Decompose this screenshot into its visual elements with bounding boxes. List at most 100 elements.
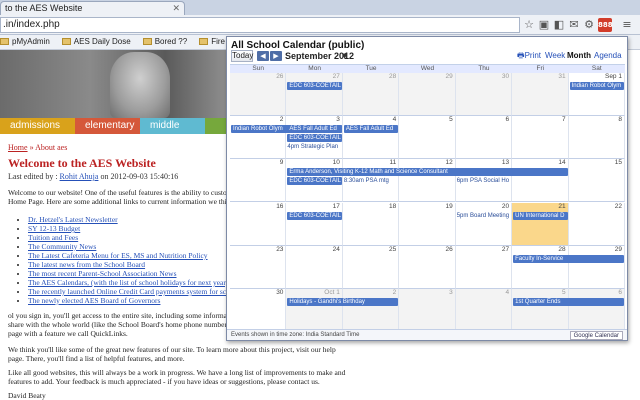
day-number[interactable]: 3	[449, 289, 453, 297]
day-cell[interactable]: 19	[399, 202, 456, 246]
calendar-event[interactable]: AES Fall Adult Ed	[343, 125, 399, 134]
quick-link[interactable]: Tuition and Fees	[28, 233, 78, 242]
day-number[interactable]: 24	[333, 246, 340, 254]
day-number[interactable]: 11	[390, 159, 397, 167]
calendar-event[interactable]: Erma Anderson, Visiting K-12 Math and Sc…	[287, 168, 568, 177]
month-dropdown-icon[interactable]: ▼	[342, 50, 347, 62]
quick-link[interactable]: The AES Calendars, (with the list of sch…	[28, 278, 228, 287]
day-number[interactable]: 22	[615, 203, 622, 211]
day-number[interactable]: 6	[618, 289, 622, 297]
day-number[interactable]: 6	[506, 116, 510, 124]
day-cell[interactable]: 5	[399, 116, 456, 160]
calendar-event[interactable]: Indian Robot Olym	[569, 82, 624, 90]
day-number[interactable]: 29	[445, 73, 452, 81]
day-cell[interactable]: 26	[230, 73, 287, 117]
prev-month-icon[interactable]: ◀	[257, 51, 269, 61]
calendar-event[interactable]: 8:30am PSA mtg	[344, 177, 398, 185]
nav-item-elementary[interactable]: elementary	[75, 118, 140, 134]
nav-item-admissions[interactable]: admissions	[0, 118, 75, 134]
day-cell[interactable]: 28	[512, 245, 569, 289]
breadcrumb-home[interactable]: Home	[8, 143, 28, 152]
day-number[interactable]: 28	[389, 73, 396, 81]
editor-link[interactable]: Rohit Ahuja	[60, 172, 99, 181]
quick-link[interactable]: The newly elected AES Board of Governors	[28, 296, 160, 305]
address-input[interactable]: .in/index.php	[0, 17, 520, 33]
day-cell[interactable]: Sep 1	[568, 73, 625, 117]
bookmark-item[interactable]: Bored ??	[142, 35, 187, 49]
day-number[interactable]: 9	[280, 159, 284, 167]
day-number[interactable]: 30	[276, 289, 283, 297]
day-cell[interactable]: 18	[342, 202, 400, 246]
day-number[interactable]: 26	[276, 73, 283, 81]
tab-month[interactable]: Month	[567, 50, 591, 62]
day-number[interactable]: 29	[615, 246, 622, 254]
day-cell[interactable]: 7	[512, 116, 569, 160]
day-cell[interactable]: 17	[286, 202, 343, 246]
day-cell[interactable]: 25	[342, 245, 400, 289]
day-number[interactable]: 16	[276, 203, 283, 211]
day-cell[interactable]: 12	[399, 159, 456, 203]
day-cell[interactable]: 3	[399, 288, 456, 332]
day-cell[interactable]: 5	[512, 288, 569, 332]
day-number[interactable]: 5	[449, 116, 453, 124]
bookmark-item[interactable]: AES Daily Dose	[61, 35, 131, 49]
day-number[interactable]: 7	[562, 116, 566, 124]
day-number[interactable]: 27	[502, 246, 509, 254]
day-cell[interactable]: 22	[568, 202, 625, 246]
extension-icon-3[interactable]: ✉	[567, 18, 581, 32]
wrench-icon[interactable]: ≡	[620, 18, 634, 32]
day-number[interactable]: 10	[333, 159, 340, 167]
gear-icon[interactable]: ⚙	[582, 18, 596, 32]
day-number[interactable]: 4	[506, 289, 510, 297]
day-number[interactable]: 3	[336, 116, 340, 124]
quick-link[interactable]: The recently launched Online Credit Card…	[28, 287, 250, 296]
day-number[interactable]: 12	[445, 159, 452, 167]
day-number[interactable]: 2	[280, 116, 284, 124]
day-number[interactable]: 8	[618, 116, 622, 124]
nav-item-middle-school[interactable]: middle school	[140, 118, 205, 147]
bookmark-item[interactable]: pMyAdmin	[0, 35, 50, 49]
day-number[interactable]: 30	[502, 73, 509, 81]
tab-week[interactable]: Week	[545, 50, 565, 62]
day-number[interactable]: Oct 1	[324, 289, 340, 297]
today-button[interactable]: Today	[231, 50, 253, 62]
day-cell[interactable]: 27	[286, 73, 343, 117]
calendar-event[interactable]: Faculty In-Service	[513, 254, 624, 263]
day-number[interactable]: Sep 1	[605, 73, 622, 81]
day-number[interactable]: 31	[558, 73, 565, 81]
quick-link[interactable]: The Latest Cafeteria Menu for ES, MS and…	[28, 251, 208, 260]
day-cell[interactable]: 6	[568, 288, 625, 332]
day-number[interactable]: 20	[502, 203, 509, 211]
calendar-event[interactable]: EDC 603-COETAIL	[287, 134, 342, 143]
calendar-event[interactable]: 5pm Board Meeting	[457, 212, 511, 220]
day-cell[interactable]: 6	[455, 116, 513, 160]
day-cell[interactable]: 23	[230, 245, 287, 289]
day-cell[interactable]: 29	[399, 73, 456, 117]
day-cell[interactable]: 29	[568, 245, 625, 289]
day-cell[interactable]: 8	[568, 116, 625, 160]
day-number[interactable]: 27	[333, 73, 340, 81]
day-number[interactable]: 21	[558, 203, 565, 211]
quick-link[interactable]: The most recent Parent-School Associatio…	[28, 269, 177, 278]
calendar-event[interactable]: EDC 603-COETAIL	[287, 177, 342, 186]
star-icon[interactable]: ☆	[522, 18, 536, 32]
day-cell[interactable]: 9	[230, 159, 287, 203]
extension-icon-2[interactable]: ◧	[552, 18, 566, 32]
day-cell[interactable]: 30	[455, 73, 513, 117]
day-cell[interactable]: 2	[342, 288, 400, 332]
calendar-event[interactable]: EDC 603-COETAIL	[287, 82, 342, 90]
day-cell[interactable]: 30	[230, 288, 287, 332]
day-number[interactable]: 17	[333, 203, 340, 211]
day-cell[interactable]: 2	[230, 116, 287, 160]
day-cell[interactable]: 15	[568, 159, 625, 203]
calendar-event[interactable]: Holidays - Gandhi's Birthday	[287, 297, 399, 306]
extension-icon[interactable]: ▣	[537, 18, 551, 32]
quick-link[interactable]: SY 12-13 Budget	[28, 224, 80, 233]
day-cell[interactable]: Oct 1	[286, 288, 343, 332]
day-number[interactable]: 23	[276, 246, 283, 254]
day-cell[interactable]: 28	[342, 73, 400, 117]
calendar-event[interactable]: EDC 603-COETAIL	[287, 211, 342, 220]
next-month-icon[interactable]: ▶	[270, 51, 282, 61]
day-number[interactable]: 2	[393, 289, 397, 297]
quick-link[interactable]: Dr. Hetzel's Latest Newsletter	[28, 215, 118, 224]
